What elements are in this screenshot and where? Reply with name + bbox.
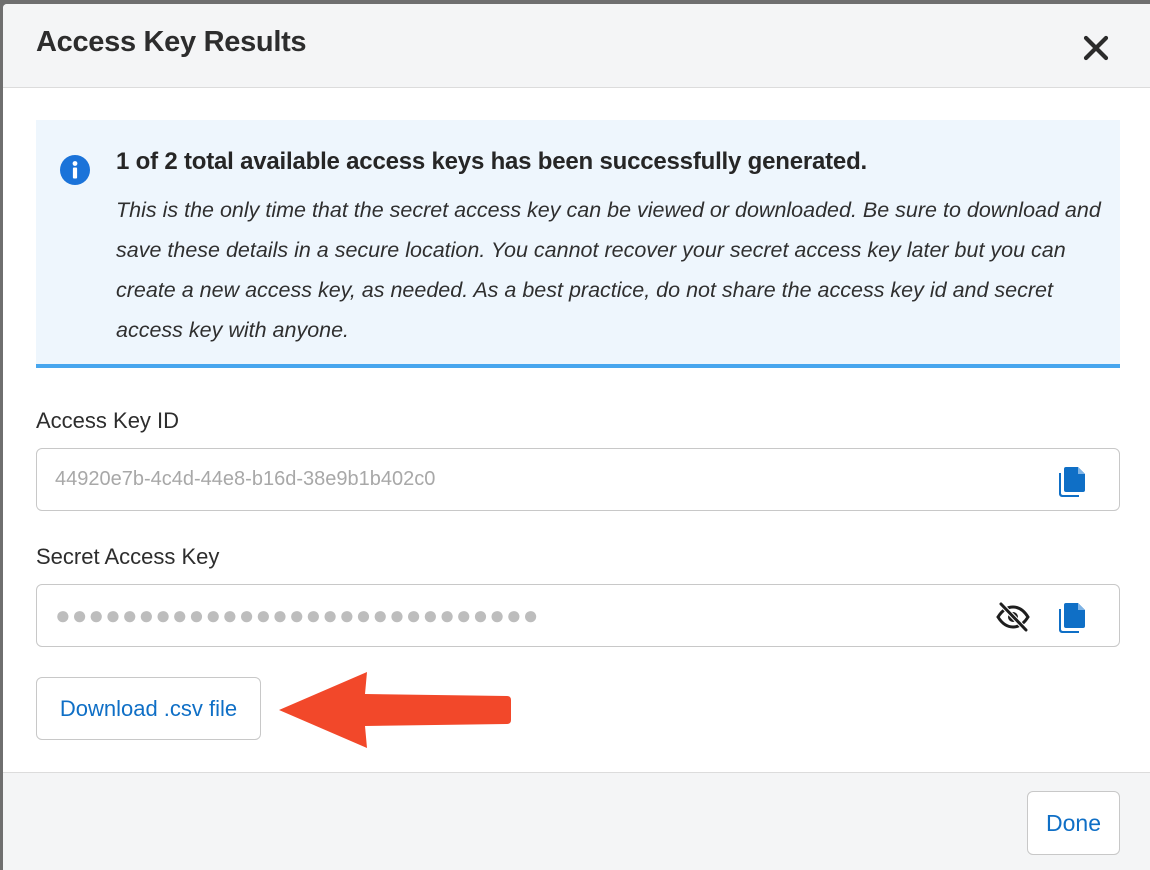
copy-icon	[1059, 603, 1085, 633]
eye-slash-icon	[996, 601, 1030, 633]
dialog-title: Access Key Results	[36, 26, 307, 58]
access-key-id-label: Access Key ID	[36, 408, 180, 433]
info-heading: 1 of 2 total available access keys has b…	[116, 148, 867, 175]
toggle-visibility-button[interactable]	[995, 599, 1031, 635]
copy-access-key-id-button[interactable]	[1053, 463, 1089, 499]
info-alert: 1 of 2 total available access keys has b…	[36, 120, 1120, 368]
secret-access-key-label: Secret Access Key	[36, 544, 220, 569]
done-button[interactable]: Done	[1027, 791, 1120, 855]
close-icon	[1083, 35, 1109, 61]
copy-secret-access-key-button[interactable]	[1053, 599, 1089, 635]
copy-icon	[1059, 467, 1085, 497]
secret-access-key-field	[36, 584, 1120, 647]
dialog-body: 1 of 2 total available access keys has b…	[3, 88, 1150, 772]
close-button[interactable]	[1080, 32, 1112, 64]
access-key-results-dialog: Access Key Results 1 of 2 total availabl…	[3, 4, 1150, 870]
info-text: This is the only time that the secret ac…	[116, 198, 1101, 342]
annotation-arrow	[279, 672, 511, 748]
dialog-footer: Done	[3, 772, 1150, 870]
download-csv-button[interactable]: Download .csv file	[36, 677, 261, 740]
access-key-id-field	[36, 448, 1120, 511]
dialog-header: Access Key Results	[3, 4, 1150, 88]
access-key-id-input[interactable]	[55, 461, 955, 497]
info-icon	[60, 155, 90, 185]
secret-access-key-input[interactable]	[55, 597, 955, 633]
